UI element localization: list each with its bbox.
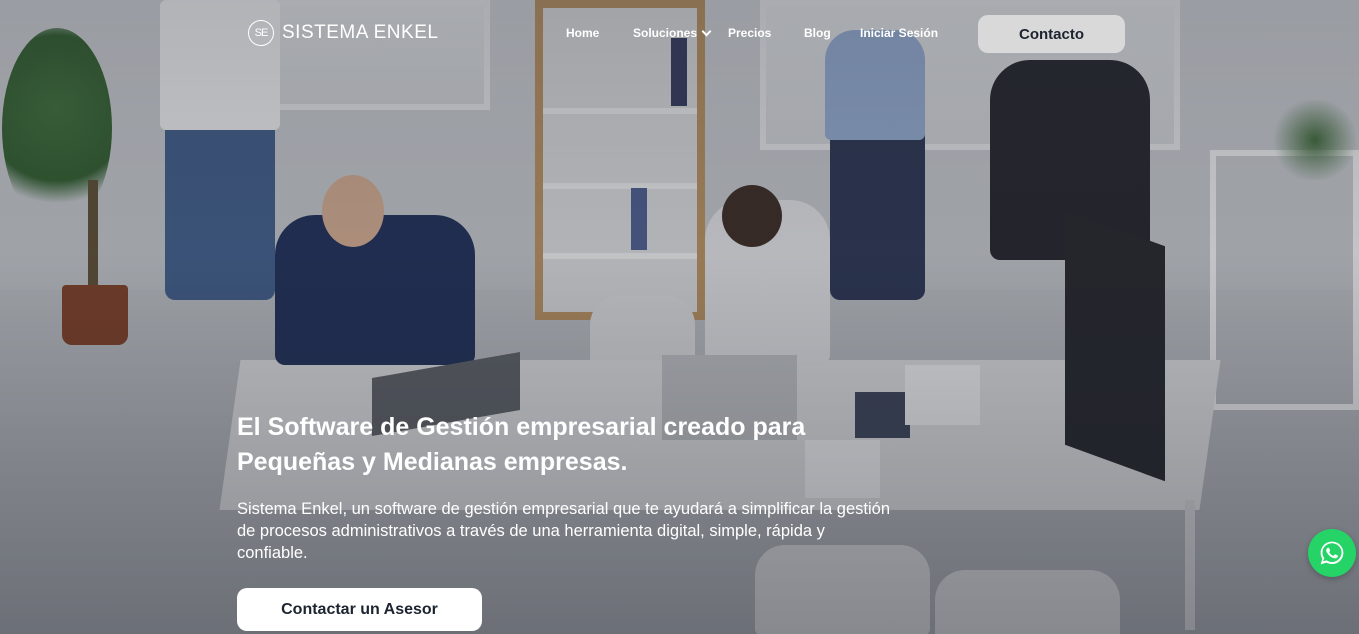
nav-soluciones[interactable]: Soluciones xyxy=(633,26,712,40)
nav-soluciones-label: Soluciones xyxy=(633,26,698,40)
brand-logo[interactable]: SE SISTEMA ENKEL xyxy=(248,20,438,46)
se-logo-icon: SE xyxy=(248,20,274,46)
nav-precios[interactable]: Precios xyxy=(728,26,771,40)
nav-login[interactable]: Iniciar Sesión xyxy=(860,26,938,40)
hero-description: Sistema Enkel, un software de gestión em… xyxy=(237,500,891,562)
contact-advisor-button[interactable]: Contactar un Asesor xyxy=(237,588,482,631)
hero-title-line-2: Pequeñas y Medianas empresas. xyxy=(237,448,628,476)
chevron-down-icon xyxy=(701,26,712,36)
nav-blog[interactable]: Blog xyxy=(804,26,831,40)
whatsapp-icon xyxy=(1320,541,1344,565)
hero-title-line-1: El Software de Gestión empresarial cread… xyxy=(237,413,806,441)
whatsapp-button[interactable] xyxy=(1308,529,1356,577)
brand-name: SISTEMA ENKEL xyxy=(282,22,439,43)
site-header: SE SISTEMA ENKEL Home Soluciones Precios… xyxy=(0,0,1359,66)
nav-home[interactable]: Home xyxy=(566,26,599,40)
hero-title: El Software de Gestión empresarial cread… xyxy=(237,410,877,480)
contact-button[interactable]: Contacto xyxy=(978,15,1125,53)
